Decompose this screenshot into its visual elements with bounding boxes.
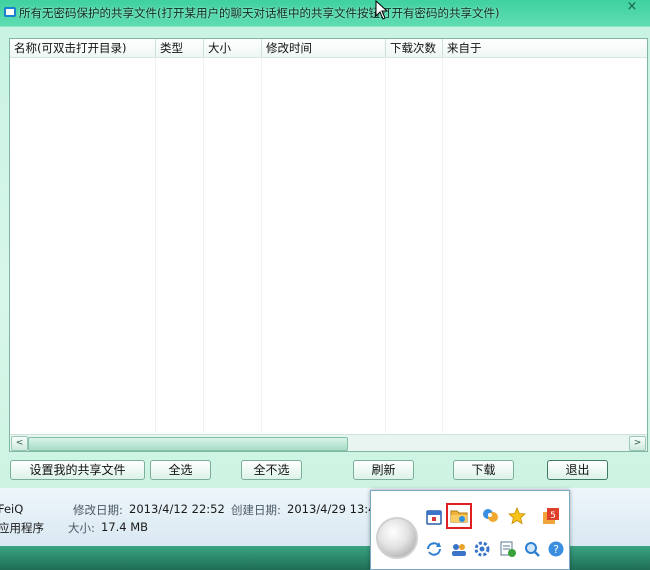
column-divider — [203, 57, 204, 433]
html5-icon[interactable]: 5 — [542, 507, 560, 525]
avatar[interactable] — [376, 517, 418, 559]
column-header-type[interactable]: 类型 — [156, 39, 204, 57]
horizontal-scrollbar[interactable]: < > — [10, 434, 647, 451]
scroll-right-button[interactable]: > — [629, 436, 646, 451]
mouse-cursor-icon — [375, 0, 389, 20]
column-header-downloads[interactable]: 下载次数 — [386, 39, 443, 57]
help-icon[interactable]: ? — [547, 540, 565, 558]
exit-button[interactable]: 退出 — [547, 460, 608, 480]
column-header-modified[interactable]: 修改时间 — [262, 39, 386, 57]
list-header: 名称(可双击打开目录) 类型 大小 修改时间 下载次数 来自于 — [10, 39, 647, 58]
close-window-button[interactable]: × — [620, 0, 644, 14]
column-header-source[interactable]: 来自于 — [443, 39, 647, 57]
message-icon[interactable] — [499, 540, 517, 558]
column-divider — [155, 57, 156, 433]
shared-files-window: 所有无密码保护的共享文件(打开某用户的聊天对话框中的共享文件按钮打开有密码的共享… — [0, 0, 650, 488]
file-name: FeiQ — [0, 502, 24, 516]
settings-icon[interactable] — [473, 540, 491, 558]
feiq-tray-panel: 5 ? — [370, 490, 570, 570]
app-icon — [4, 7, 16, 17]
refresh-button[interactable]: 刷新 — [353, 460, 414, 480]
select-none-button[interactable]: 全不选 — [241, 460, 302, 480]
size-label: 大小: — [68, 521, 95, 535]
user-group-icon[interactable] — [481, 507, 499, 525]
modified-date-value: 2013/4/12 22:52 — [129, 502, 225, 516]
star-icon[interactable] — [508, 507, 526, 525]
shared-folder-icon[interactable] — [450, 507, 468, 525]
column-divider — [442, 57, 443, 433]
created-date-label: 创建日期: — [231, 503, 281, 517]
svg-text:?: ? — [553, 543, 559, 556]
shared-files-list[interactable]: 名称(可双击打开目录) 类型 大小 修改时间 下载次数 来自于 < > — [9, 38, 648, 452]
file-type: 应用程序 — [0, 521, 44, 535]
scroll-thumb[interactable] — [28, 437, 348, 451]
column-header-size[interactable]: 大小 — [204, 39, 262, 57]
search-icon[interactable] — [523, 540, 541, 558]
column-divider — [385, 57, 386, 433]
refresh-icon[interactable] — [425, 540, 443, 558]
title-bar[interactable]: 所有无密码保护的共享文件(打开某用户的聊天对话框中的共享文件按钮打开有密码的共享… — [0, 0, 650, 26]
calendar-icon[interactable] — [425, 508, 443, 526]
set-my-shared-files-button[interactable]: 设置我的共享文件 — [10, 460, 145, 480]
size-value: 17.4 MB — [101, 520, 149, 534]
column-divider — [261, 57, 262, 433]
scroll-left-button[interactable]: < — [11, 436, 28, 451]
select-all-button[interactable]: 全选 — [150, 460, 211, 480]
created-date-value: 2013/4/29 13:4 — [287, 502, 376, 516]
modified-date-label: 修改日期: — [73, 503, 123, 517]
column-header-name[interactable]: 名称(可双击打开目录) — [10, 39, 156, 57]
window-title: 所有无密码保护的共享文件(打开某用户的聊天对话框中的共享文件按钮打开有密码的共享… — [19, 6, 500, 20]
svg-text:5: 5 — [550, 511, 556, 521]
contacts-icon[interactable] — [450, 540, 468, 558]
download-button[interactable]: 下载 — [453, 460, 514, 480]
